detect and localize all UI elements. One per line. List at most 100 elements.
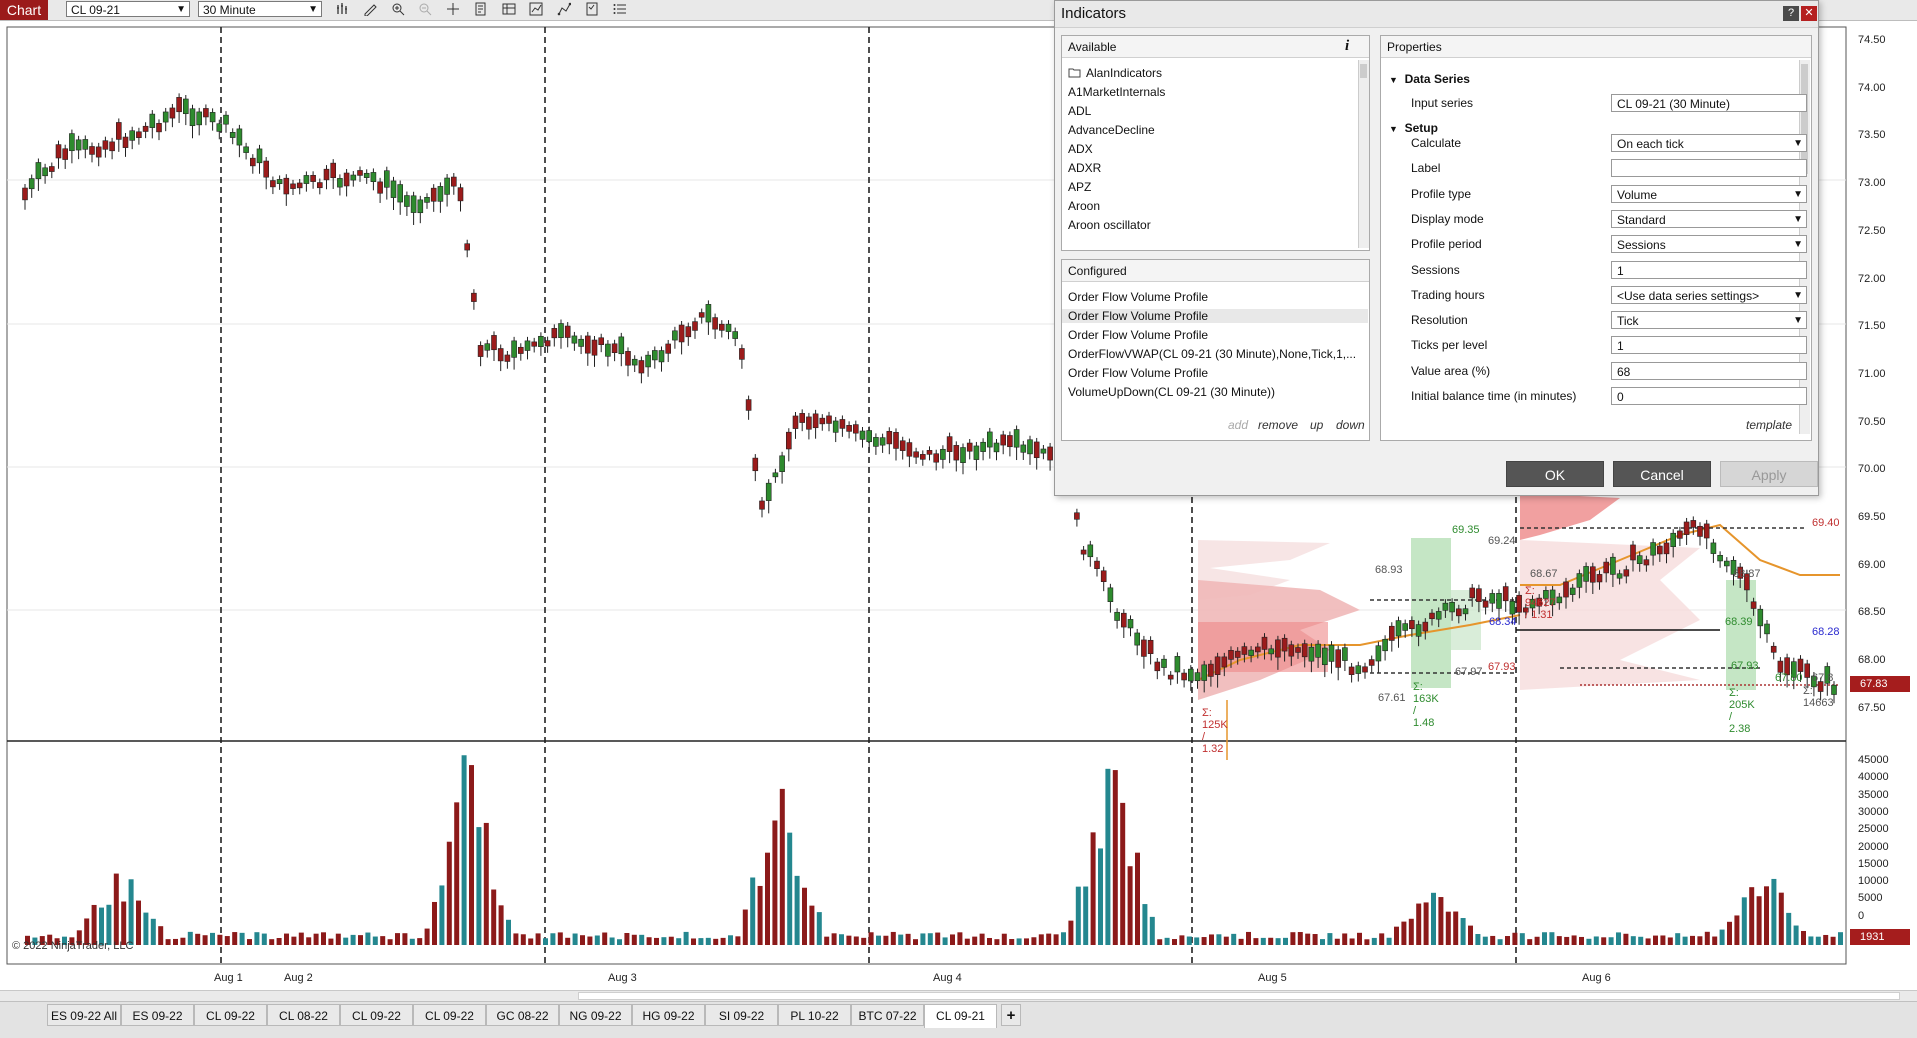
available-item[interactable]: AlanIndicators [1068,66,1162,80]
properties-icon[interactable] [473,2,489,18]
volume-axis-label: 35000 [1858,788,1889,801]
ok-button[interactable]: OK [1506,461,1604,487]
zoom-out-icon[interactable] [417,2,433,18]
close-icon[interactable]: ✕ [1801,6,1817,21]
property-value-field[interactable]: 1 [1611,336,1807,355]
property-value-field[interactable]: 68 [1611,361,1807,380]
chevron-down-icon: ▼ [308,4,318,15]
available-item[interactable]: ADX [1068,142,1093,156]
scrollbar-thumb[interactable] [578,992,1900,1000]
remove-link[interactable]: remove [1258,418,1298,432]
configured-item[interactable]: Order Flow Volume Profile [1062,309,1368,323]
available-item[interactable]: A1MarketInternals [1068,85,1165,99]
setup-group[interactable]: ▼ Setup [1389,121,1438,135]
available-item[interactable]: AdvanceDecline [1068,123,1155,137]
strategies-icon[interactable] [556,2,572,18]
profile-1-val: 67.61 [1378,692,1406,704]
property-value-field[interactable]: CL 09-21 (30 Minute) [1611,94,1807,112]
available-item[interactable]: ADXR [1068,161,1101,175]
available-item[interactable]: APZ [1068,180,1091,194]
available-item-label: AdvanceDecline [1068,123,1155,137]
available-scrollbar[interactable] [1358,60,1369,248]
date-axis-label: Aug 6 [1582,972,1611,984]
volume-axis-label: 25000 [1858,823,1889,836]
indicators-icon[interactable] [528,2,544,18]
available-item[interactable]: Aroon [1068,199,1100,213]
instrument-tab[interactable]: CL 09-21 [924,1004,997,1028]
price-axis-label: 69.50 [1858,511,1886,523]
templates-icon[interactable] [584,2,600,18]
property-label: Profile type [1411,186,1472,201]
available-item-label: Aroon oscillator [1068,218,1151,232]
profile-2-sum: Σ: 163K / 1.48 [1413,681,1439,729]
data-series-group[interactable]: ▼ Data Series [1389,72,1470,86]
profile-4-right-1: 68.28 [1812,626,1840,638]
crosshair-icon[interactable] [445,2,461,18]
instrument-tab[interactable]: SI 09-22 [705,1004,778,1026]
instrument-tab[interactable]: BTC 07-22 [851,1004,924,1026]
bars-type-icon[interactable] [335,2,351,18]
instrument-tab[interactable]: CL 09-22 [413,1004,486,1026]
available-item[interactable]: ADL [1068,104,1091,118]
profile-2-val: 67.97 [1455,666,1483,678]
available-item[interactable]: Aroon oscillator [1068,218,1151,232]
chevron-down-icon: ▼ [1793,138,1803,149]
apply-button[interactable]: Apply [1720,461,1818,487]
property-value-field[interactable]: <Use data series settings> ▼ [1611,285,1807,304]
volume-bars [25,755,1843,945]
instrument-tab[interactable]: CL 09-22 [194,1004,267,1026]
instrument-tab[interactable]: ES 09-22 [121,1004,194,1026]
property-value-field[interactable]: Volume ▼ [1611,184,1807,203]
configured-item[interactable]: OrderFlowVWAP(CL 09-21 (30 Minute),None,… [1062,347,1368,361]
instrument-tab[interactable]: GC 08-22 [486,1004,559,1026]
price-axis-label: 73.50 [1858,129,1886,142]
configured-item[interactable]: Order Flow Volume Profile [1062,328,1368,342]
collapse-icon: ▼ [1389,124,1398,134]
info-icon[interactable]: i [1345,38,1349,55]
down-link[interactable]: down [1336,418,1365,432]
interval-selector[interactable]: 30 Minute ▼ [198,1,322,17]
property-value-field[interactable]: Standard ▼ [1611,209,1807,228]
property-value-field[interactable]: Sessions ▼ [1611,235,1807,254]
configured-item[interactable]: Order Flow Volume Profile [1062,290,1368,304]
list-icon[interactable] [612,2,628,18]
property-value-field[interactable] [1611,159,1807,178]
instrument-tab[interactable]: CL 08-22 [267,1004,340,1026]
price-axis-label: 71.50 [1858,320,1886,333]
instrument-tab[interactable]: ES 09-22 All [47,1004,121,1026]
instrument-selector[interactable]: CL 09-21 ▼ [66,1,190,17]
instrument-tab[interactable]: CL 09-22 [340,1004,413,1026]
property-value-field[interactable]: 0 [1611,387,1807,405]
add-link[interactable]: add [1228,418,1248,432]
property-value: Volume [1617,187,1658,202]
current-volume-tag: 1931 [1850,929,1910,945]
price-axis-label: 73.00 [1858,177,1886,190]
instrument-tab[interactable]: HG 09-22 [632,1004,705,1026]
properties-scroll-thumb[interactable] [1801,64,1808,174]
cancel-button[interactable]: Cancel [1613,461,1711,487]
price-axis-label: 68.00 [1858,654,1886,667]
dialog-title-bar[interactable]: Indicators ? ✕ [1055,1,1818,28]
configured-header-label: Configured [1068,264,1127,278]
add-tab-button[interactable]: + [1001,1004,1021,1026]
property-value-field[interactable]: On each tick ▼ [1611,134,1807,152]
instrument-tab[interactable]: PL 10-22 [778,1004,851,1026]
chart-window-tab[interactable]: Chart [0,0,48,20]
configured-item[interactable]: VolumeUpDown(CL 09-21 (30 Minute)) [1062,385,1368,399]
drawing-tool-icon[interactable] [362,2,378,18]
property-label: Value area (%) [1411,363,1491,378]
template-link[interactable]: template [1746,418,1792,432]
data-box-icon[interactable] [501,2,517,18]
help-icon[interactable]: ? [1783,6,1799,21]
data-series-group-label: Data Series [1404,72,1470,86]
configured-item[interactable]: Order Flow Volume Profile [1062,366,1368,380]
available-scroll-thumb[interactable] [1360,64,1367,78]
up-link[interactable]: up [1310,418,1323,432]
property-value-field[interactable]: 1 [1611,260,1807,279]
property-label: Initial balance time (in minutes) [1411,389,1577,403]
property-value-field[interactable]: Tick ▼ [1611,311,1807,330]
zoom-in-icon[interactable] [390,2,406,18]
price-axis-label: 74.50 [1858,34,1886,46]
instrument-tab[interactable]: NG 09-22 [559,1004,632,1026]
properties-panel: Properties ▼ Data Series ▼ Setup Input s… [1380,35,1812,441]
